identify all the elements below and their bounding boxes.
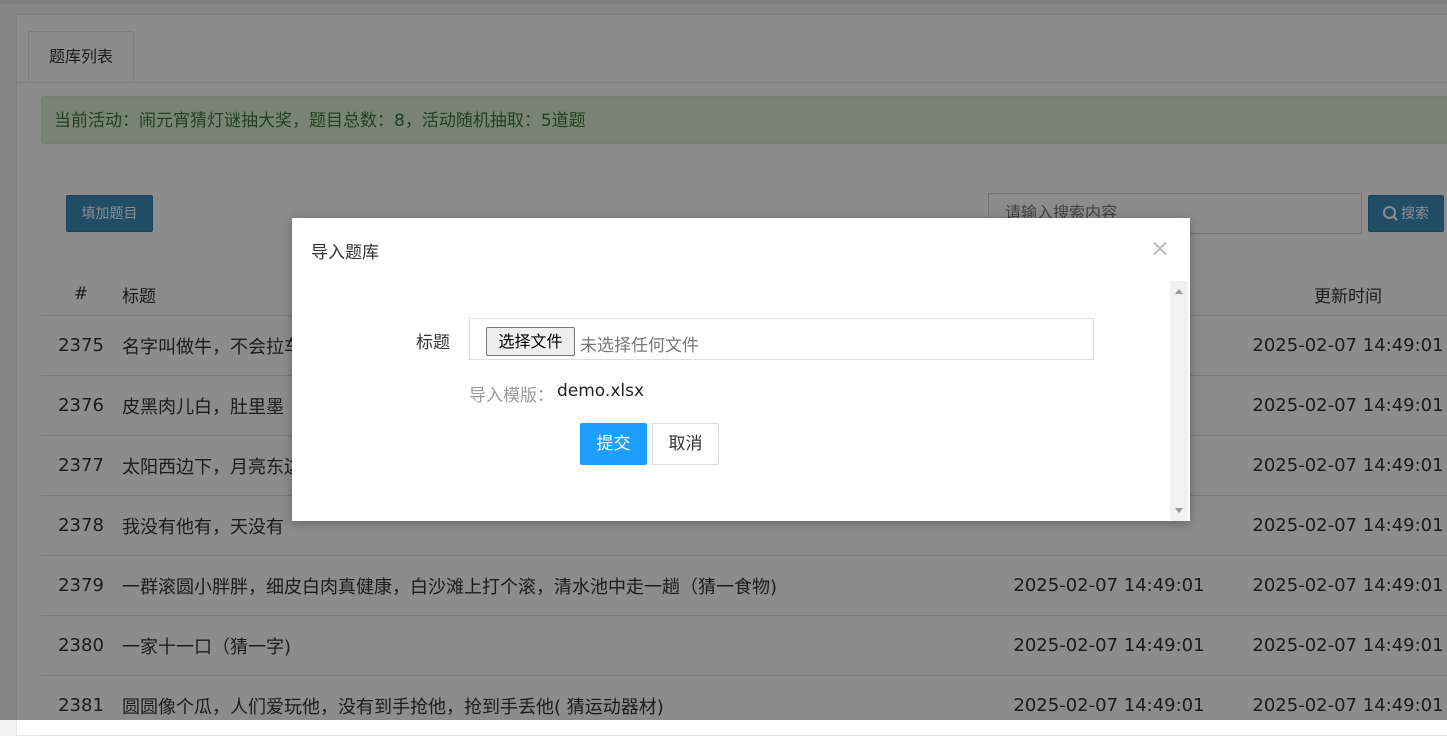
field-label: 标题 — [416, 333, 450, 353]
dialog-title: 导入题库 — [311, 243, 379, 263]
template-label: 导入模版： — [469, 386, 554, 406]
file-input[interactable]: 选择文件 未选择任何文件 — [469, 318, 1094, 360]
scroll-down-arrow-icon[interactable] — [1175, 508, 1183, 513]
cancel-button[interactable]: 取消 — [652, 423, 719, 465]
scroll-up-arrow-icon[interactable] — [1175, 289, 1183, 294]
import-dialog: 导入题库 × 标题 选择文件 未选择任何文件 导入模版： demo.xlsx 提… — [292, 218, 1190, 521]
file-status-text: 未选择任何文件 — [580, 336, 699, 356]
dialog-scrollbar[interactable] — [1170, 281, 1188, 521]
close-icon[interactable]: × — [1150, 233, 1170, 263]
submit-button[interactable]: 提交 — [580, 423, 647, 465]
template-download-link[interactable]: demo.xlsx — [557, 381, 644, 401]
choose-file-button[interactable]: 选择文件 — [486, 327, 575, 356]
